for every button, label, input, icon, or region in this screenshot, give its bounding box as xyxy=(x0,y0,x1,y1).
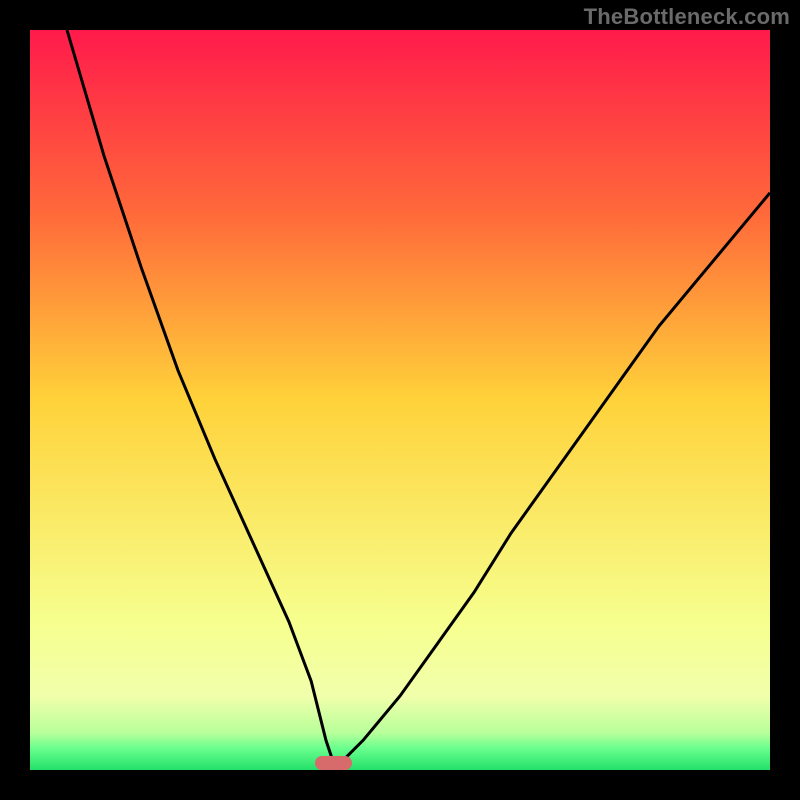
optimum-marker xyxy=(315,756,352,770)
chart-svg xyxy=(30,30,770,770)
outer-frame: TheBottleneck.com xyxy=(0,0,800,800)
watermark-text: TheBottleneck.com xyxy=(584,4,790,30)
bottleneck-curve xyxy=(67,30,770,763)
plot-area xyxy=(30,30,770,770)
